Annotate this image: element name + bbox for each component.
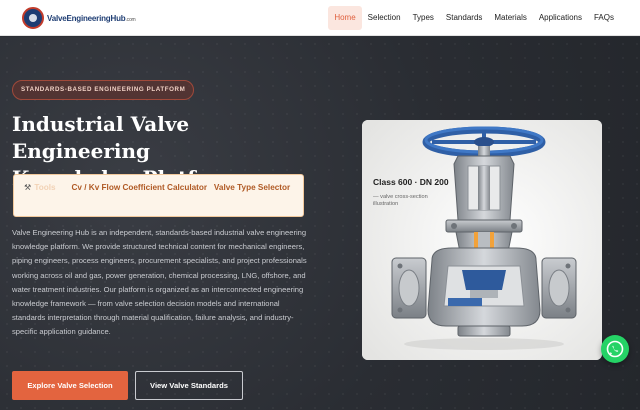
brand-tld: .com bbox=[125, 16, 136, 23]
nav-standards[interactable]: Standards bbox=[440, 6, 488, 30]
nav-materials[interactable]: Materials bbox=[488, 6, 532, 30]
whatsapp-icon bbox=[606, 340, 624, 358]
brand-name-lead: ValveEngineering bbox=[47, 13, 111, 23]
hero-section: STANDARDS-BASED ENGINEERING PLATFORM Ind… bbox=[0, 37, 640, 410]
nav-selection[interactable]: Selection bbox=[362, 6, 407, 30]
hero-description: Valve Engineering Hub is an independent,… bbox=[12, 228, 307, 337]
hammer-wrench-icon: ⚒ bbox=[24, 183, 32, 192]
brand-wordmark: ValveEngineeringHub.com bbox=[47, 14, 136, 23]
valve-type-selector-link[interactable]: Valve Type Selector bbox=[214, 183, 290, 192]
valve-class-label: Class 600 · DN 200 bbox=[373, 177, 449, 187]
top-navbar: ValveEngineeringHub.com Home Selection T… bbox=[0, 0, 640, 36]
valve-caption: — valve cross-section illustration bbox=[373, 194, 428, 207]
nav-types[interactable]: Types bbox=[407, 6, 440, 30]
brand-logo[interactable]: ValveEngineeringHub.com bbox=[22, 7, 136, 29]
whatsapp-chat-button[interactable] bbox=[601, 335, 629, 363]
tools-faded-label: Tools bbox=[34, 183, 56, 192]
tools-callout: ⚒ Tools Cv / Kv Flow Coefficient Calculat… bbox=[13, 174, 304, 217]
brand-name-hub: Hub bbox=[110, 13, 126, 23]
logo-emblem-icon bbox=[22, 7, 44, 29]
valve-illustration-card: Class 600 · DN 200 — valve cross-section… bbox=[362, 120, 602, 360]
nav-home[interactable]: Home bbox=[328, 6, 362, 30]
hero-tagline-badge: STANDARDS-BASED ENGINEERING PLATFORM bbox=[12, 80, 195, 100]
nav-applications[interactable]: Applications bbox=[533, 6, 588, 30]
nav-faqs[interactable]: FAQs bbox=[588, 6, 620, 30]
valve-cross-section-illustration bbox=[362, 120, 602, 360]
cv-kv-calculator-link[interactable]: Cv / Kv Flow Coefficient Calculator bbox=[72, 183, 208, 192]
main-menu: Home Selection Types Standards Materials… bbox=[328, 6, 620, 30]
view-valve-standards-button[interactable]: View Valve Standards bbox=[135, 371, 243, 400]
hero-title-line1: Industrial Valve Engineering bbox=[12, 112, 190, 163]
explore-valve-selection-button[interactable]: Explore Valve Selection bbox=[12, 371, 128, 400]
